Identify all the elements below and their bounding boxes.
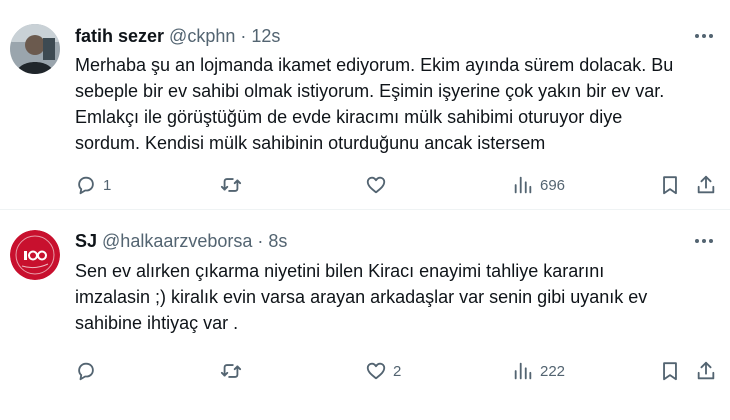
separator-dot: · xyxy=(240,26,247,46)
user-handle[interactable]: @ckphn xyxy=(169,26,235,46)
display-name[interactable]: SJ xyxy=(75,231,97,251)
more-options-icon[interactable] xyxy=(692,25,716,47)
retweet-button[interactable] xyxy=(220,358,248,384)
tweet[interactable]: SJ @halkaarzveborsa · 8s Sen ev alırken çık… xyxy=(0,210,730,420)
bookmark-icon xyxy=(663,362,677,381)
share-button[interactable] xyxy=(695,172,717,198)
heart-icon xyxy=(366,176,386,194)
views-chart-icon xyxy=(514,362,532,380)
view-count: 696 xyxy=(540,176,566,194)
tweet-text-line: sordum. Kendisi mülk sahibinin oturduğun… xyxy=(75,133,546,153)
reply-button[interactable]: 1 xyxy=(75,172,111,198)
bookmark-button[interactable] xyxy=(659,172,681,198)
views-chart-icon xyxy=(514,176,532,194)
avatar[interactable] xyxy=(10,230,60,280)
share-icon xyxy=(697,175,715,194)
reply-icon xyxy=(78,362,94,381)
like-count: 2 xyxy=(393,362,402,380)
bookmark-button[interactable] xyxy=(659,358,681,384)
separator-dot: · xyxy=(257,231,264,251)
tweet-text-line: Sen ev alırken çıkarma niyetini bilen Ki… xyxy=(75,261,605,281)
views-button[interactable]: 696 xyxy=(512,172,565,198)
tweet[interactable]: fatih sezer @ckphn · 12s Merhaba şu an lojm… xyxy=(0,0,730,209)
tweet-actions: 1 696 xyxy=(75,172,730,198)
user-handle[interactable]: @halkaarzveborsa xyxy=(102,231,252,251)
timeline: fatih sezer @ckphn · 12s Merhaba şu an lojm… xyxy=(0,0,730,420)
share-button[interactable] xyxy=(695,358,717,384)
tweet-actions: 2 222 xyxy=(75,358,730,384)
tweet-text-line: Merhaba şu an lojmanda ikamet ediyorum. … xyxy=(75,55,674,75)
reply-icon xyxy=(78,176,94,195)
timestamp[interactable]: 8s xyxy=(268,231,287,251)
like-button[interactable]: 2 xyxy=(365,358,401,384)
tweet-text-line: sahibine ihtiyaç var . xyxy=(75,313,239,333)
timestamp[interactable]: 12s xyxy=(251,26,280,46)
tweet-text: Merhaba şu an lojmanda ikamet ediyorum. … xyxy=(75,52,715,156)
view-count: 222 xyxy=(540,362,566,380)
retweet-button[interactable] xyxy=(220,172,248,198)
tweet-text-line: Emlakçı ile görüştüğüm de evde kiracımı … xyxy=(75,107,623,127)
display-name[interactable]: fatih sezer xyxy=(75,26,164,46)
like-button[interactable] xyxy=(365,172,393,198)
reply-count: 1 xyxy=(103,176,112,194)
retweet-icon xyxy=(220,178,242,192)
retweet-icon xyxy=(220,364,242,378)
tweet-text-line: imzalasin ;) kiralık evin varsa arayan a… xyxy=(75,287,648,307)
views-button[interactable]: 222 xyxy=(512,358,565,384)
tweet-text: Sen ev alırken çıkarma niyetini bilen Ki… xyxy=(75,258,715,336)
tweet-header: fatih sezer @ckphn · 12s xyxy=(75,25,730,47)
share-icon xyxy=(697,361,715,380)
tweet-text-line: sebeple bir ev sahibi olmak istiyorum. E… xyxy=(75,81,665,101)
reply-button[interactable] xyxy=(75,358,103,384)
heart-icon xyxy=(366,362,386,380)
bookmark-icon xyxy=(663,176,677,195)
tweet-header: SJ @halkaarzveborsa · 8s xyxy=(75,230,730,252)
more-options-icon[interactable] xyxy=(692,230,716,252)
avatar[interactable] xyxy=(10,24,60,74)
